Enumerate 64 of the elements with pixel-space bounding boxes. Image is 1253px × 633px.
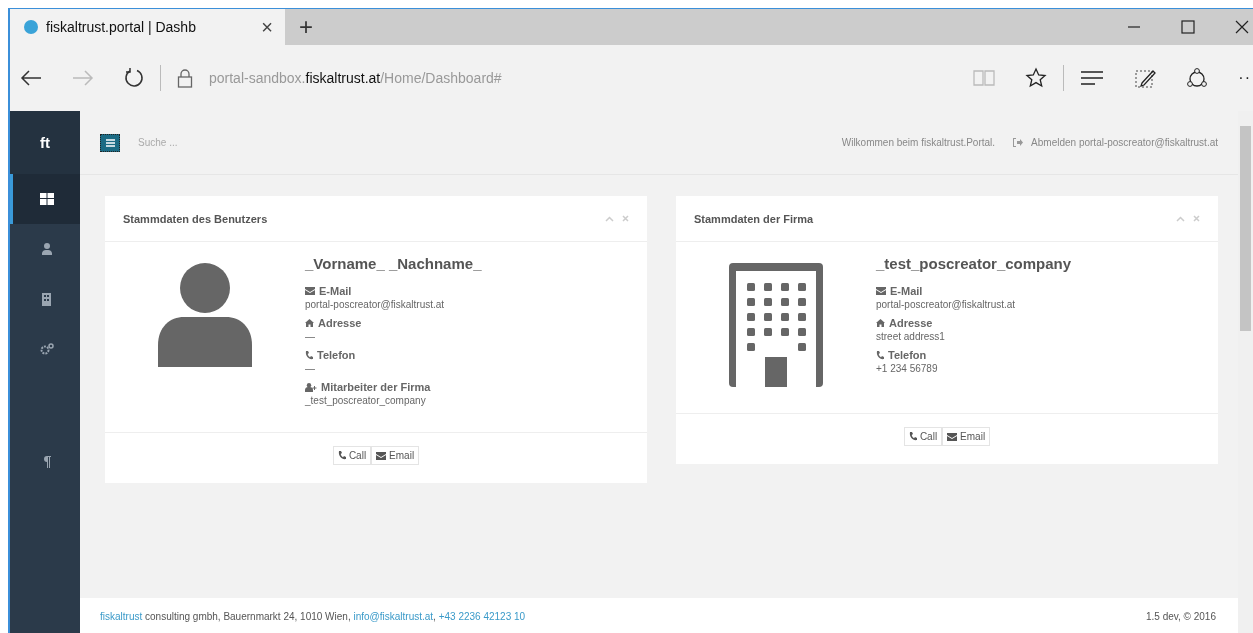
home-icon [876,319,885,327]
browser-tab[interactable]: fiskaltrust.portal | Dashb × [10,9,285,45]
version-text: 1.5 dev, © 2016 [1146,610,1216,622]
field-value: — [305,331,316,342]
field-label: E-Mail [319,285,352,297]
phone-icon [908,432,917,441]
user-avatar-icon [158,263,252,367]
close-icon[interactable] [1235,20,1249,34]
field-label: E-Mail [890,285,923,297]
share-icon[interactable] [1186,67,1209,89]
field-label: Mitarbeiter der Firma [321,381,431,393]
envelope-icon [305,287,315,295]
paragraph-icon [42,456,51,468]
phone-icon [305,350,313,360]
card-title: Stammdaten der Firma [694,212,815,225]
user-icon [41,243,52,255]
building-icon [729,263,823,387]
email-button[interactable]: Email [942,427,991,446]
favorite-star-icon[interactable] [1025,67,1048,89]
field-value: +1 234 56789 [876,363,939,374]
entity-name: _test_poscreator_company [876,255,1072,272]
user-plus-icon [305,382,317,392]
maximize-icon[interactable] [1181,20,1195,34]
field-value: street address1 [876,331,946,342]
more-button[interactable]: ·· [1238,69,1251,87]
field-label: Adresse [889,317,933,329]
menu-icon [105,138,115,147]
logo[interactable]: ft [10,111,80,174]
note-pen-icon[interactable] [1134,67,1157,89]
gears-icon [39,343,54,355]
phone-icon [337,451,346,460]
call-button[interactable]: Call [332,446,372,465]
building-icon [42,292,51,306]
close-tab-button[interactable]: × [261,15,273,39]
field-value: portal-poscreator@fiskaltrust.at [876,299,1017,310]
field-label: Telefon [317,349,356,361]
phone-icon [876,350,884,360]
entity-name: _Vorname_ _Nachname_ [305,255,482,272]
site-icon [24,20,38,34]
field-label: Telefon [888,349,927,361]
lock-icon [177,68,193,88]
envelope-icon [947,432,958,441]
field-value: _test_poscreator_company [305,395,427,406]
new-tab-button[interactable]: + [299,13,313,41]
card-title: Stammdaten des Benutzers [123,212,269,225]
welcome-text: Wilkommen beim fiskaltrust.Portal. [841,137,996,148]
email-button[interactable]: Email [371,446,420,465]
menu-button[interactable] [100,133,120,152]
back-icon[interactable] [20,69,42,87]
field-value: portal-poscreator@fiskaltrust.at [305,299,446,310]
envelope-icon [876,287,886,295]
field-value: — [305,363,316,374]
field-label: Adresse [318,317,362,329]
address-bar[interactable]: portal-sandbox.fiskaltrust.at/Home/Dashboard# [209,70,502,86]
dashboard-icon [39,193,54,205]
sidebar-item[interactable] [10,174,80,224]
search-field[interactable]: Suche ... [136,136,290,149]
footer-text: fiskaltrust consulting gmbh, Bauernmarkt 24, 1010 Wien, info@fiskaltrust.at, +43 2236 42123 10 [100,610,526,622]
call-button[interactable]: Call [903,427,943,446]
sign-out-icon [1013,138,1024,147]
hub-icon[interactable] [1080,70,1105,86]
envelope-icon [376,451,387,460]
refresh-icon[interactable] [124,68,144,88]
home-icon [305,319,314,327]
